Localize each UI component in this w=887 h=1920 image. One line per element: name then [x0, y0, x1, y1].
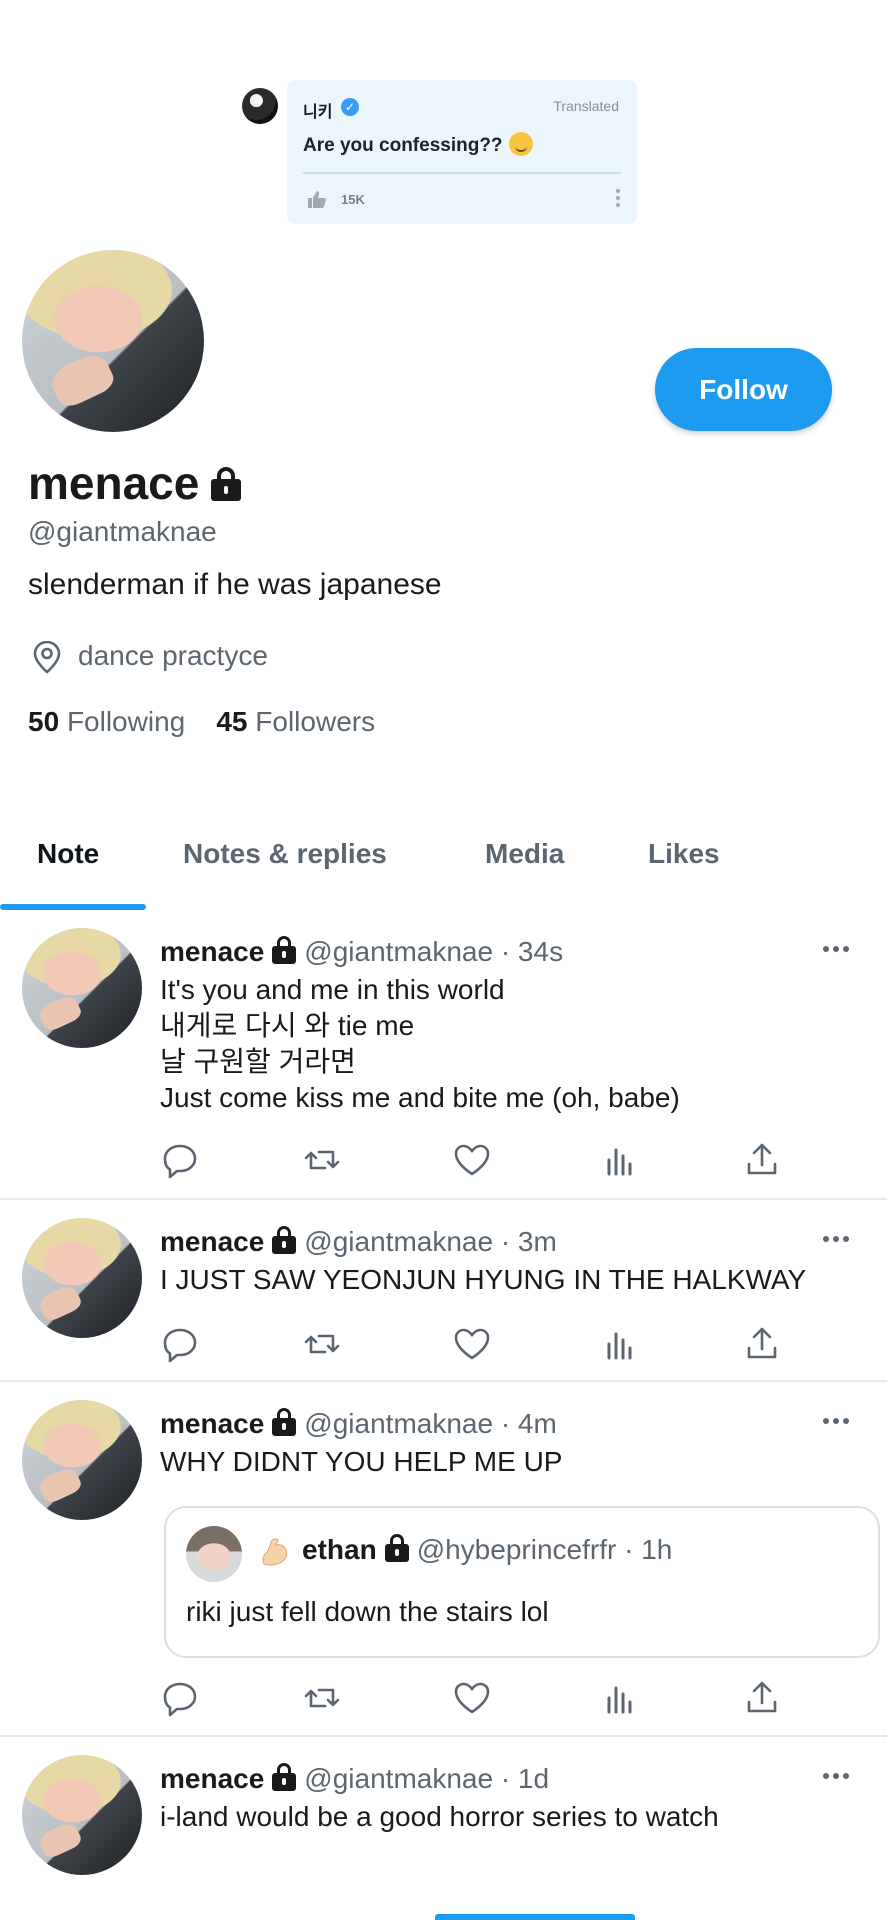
- tab-likes[interactable]: Likes: [648, 838, 720, 870]
- post-author-name[interactable]: menace: [160, 936, 264, 967]
- analytics-icon[interactable]: [600, 1324, 640, 1364]
- reply-icon[interactable]: [160, 1324, 200, 1364]
- post-author-name[interactable]: menace: [160, 1226, 264, 1257]
- post-header: menace @giantmaknae · 1d: [160, 1763, 549, 1795]
- translated-label: Translated: [553, 98, 619, 114]
- like-icon[interactable]: [452, 1678, 492, 1718]
- profile-avatar[interactable]: [22, 250, 204, 432]
- avatar[interactable]: [22, 1755, 142, 1875]
- lock-icon: [270, 936, 298, 964]
- followers-link[interactable]: 45 Followers: [216, 706, 375, 737]
- post-actions: [160, 1324, 780, 1364]
- reply-icon[interactable]: [160, 1140, 200, 1180]
- post-text: WHY DIDNT YOU HELP ME UP: [160, 1446, 563, 1477]
- profile-tabs: Note Notes & replies Media Likes: [0, 830, 887, 910]
- post-header: menace @giantmaknae · 34s: [160, 936, 563, 968]
- like-icon[interactable]: [452, 1140, 492, 1180]
- post[interactable]: menace @giantmaknae · 3m I JUST SAW YEONJ…: [0, 1200, 887, 1382]
- post-author-name[interactable]: menace: [160, 1763, 264, 1794]
- post-author-name[interactable]: menace: [160, 1408, 264, 1439]
- analytics-icon[interactable]: [600, 1140, 640, 1180]
- tab-notes-replies[interactable]: Notes & replies: [183, 838, 387, 870]
- retweet-icon[interactable]: [302, 1678, 342, 1718]
- profile-location: dance practyce: [78, 640, 268, 671]
- embed-comment-card[interactable]: 니키 ✓ Translated Are you confessing?? 15K: [287, 80, 637, 224]
- quote-header: ethan @hybeprincefrfr · 1h: [302, 1534, 672, 1566]
- more-icon[interactable]: [615, 186, 621, 210]
- post-header: menace @giantmaknae · 4m: [160, 1408, 557, 1440]
- post-header: menace @giantmaknae · 3m: [160, 1226, 557, 1258]
- profile-handle: @giantmaknae: [28, 516, 217, 547]
- verified-icon: ✓: [341, 98, 359, 116]
- post[interactable]: menace @giantmaknae · 1d i-land would be …: [0, 1737, 887, 1920]
- avatar[interactable]: [22, 1400, 142, 1520]
- reply-icon[interactable]: [160, 1678, 200, 1718]
- embed-comment-text: Are you confessing??: [303, 132, 533, 157]
- bottom-bar-indicator: [435, 1914, 635, 1920]
- post-meta: @giantmaknae · 1d: [304, 1763, 550, 1794]
- retweet-icon[interactable]: [302, 1324, 342, 1364]
- more-icon[interactable]: [823, 1418, 853, 1426]
- embed-avatar[interactable]: [242, 88, 278, 124]
- retweet-icon[interactable]: [302, 1140, 342, 1180]
- flexed-biceps-emoji: [262, 1538, 288, 1566]
- tab-media[interactable]: Media: [485, 838, 564, 870]
- tab-note[interactable]: Note: [37, 838, 99, 870]
- profile-stats: 50 Following 45 Followers: [28, 706, 375, 738]
- like-icon[interactable]: [452, 1324, 492, 1364]
- post-meta: @giantmaknae · 3m: [304, 1226, 557, 1257]
- quoted-post[interactable]: ethan @hybeprincefrfr · 1h riki just fell…: [164, 1506, 880, 1658]
- lock-icon: [270, 1226, 298, 1254]
- quote-author-name[interactable]: ethan: [302, 1534, 377, 1565]
- more-icon[interactable]: [823, 1236, 853, 1244]
- divider: [303, 172, 621, 174]
- post[interactable]: menace @giantmaknae · 34s It's you and me…: [0, 910, 887, 1200]
- analytics-icon[interactable]: [600, 1678, 640, 1718]
- post-actions: [160, 1140, 780, 1180]
- share-icon[interactable]: [742, 1140, 782, 1180]
- post-meta: @giantmaknae · 4m: [304, 1408, 557, 1439]
- embed-like-count: 15K: [341, 192, 365, 207]
- more-icon[interactable]: [823, 946, 853, 954]
- share-icon[interactable]: [742, 1324, 782, 1364]
- avatar[interactable]: [186, 1526, 242, 1582]
- post-text: It's you and me in this world 내게로 다시 와 t…: [160, 974, 680, 1113]
- post-meta: @giantmaknae · 34s: [304, 936, 564, 967]
- post-text: I JUST SAW YEONJUN HYUNG IN THE HALKWAY: [160, 1264, 807, 1295]
- lock-icon: [383, 1534, 411, 1562]
- avatar[interactable]: [22, 928, 142, 1048]
- thumbs-up-icon[interactable]: [307, 190, 327, 208]
- quote-text: riki just fell down the stairs lol: [186, 1596, 549, 1627]
- follow-button[interactable]: Follow: [655, 348, 832, 431]
- location-icon: [33, 640, 61, 674]
- lock-icon: [270, 1763, 298, 1791]
- lock-icon: [209, 467, 243, 501]
- profile-bio: slenderman if he was japanese: [28, 568, 442, 601]
- avatar[interactable]: [22, 1218, 142, 1338]
- more-icon[interactable]: [823, 1773, 853, 1781]
- smirk-emoji: [508, 132, 533, 156]
- following-link[interactable]: 50 Following: [28, 706, 185, 737]
- post[interactable]: menace @giantmaknae · 4m WHY DIDNT YOU HE…: [0, 1382, 887, 1737]
- embed-author-name: 니키: [303, 102, 333, 121]
- quote-meta: @hybeprincefrfr · 1h: [416, 1534, 673, 1565]
- lock-icon: [270, 1408, 298, 1436]
- post-text: i-land would be a good horror series to …: [160, 1801, 719, 1832]
- post-actions: [160, 1678, 780, 1718]
- share-icon[interactable]: [742, 1678, 782, 1718]
- profile-display-name: menace: [28, 456, 243, 510]
